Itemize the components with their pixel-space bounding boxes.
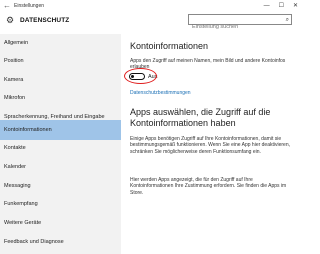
section-description: Apps den Zugriff auf meinen Namen, mein … [130, 58, 286, 71]
maximize-icon[interactable]: ☐ [279, 1, 284, 11]
highlight-circle [124, 68, 157, 84]
title-bar: ← Einstellungen — ☐ ✕ [0, 0, 300, 12]
search-box[interactable]: ⌕ [188, 14, 292, 32]
sidebar-item-allgemein[interactable]: Allgemein [0, 34, 121, 53]
sidebar: Allgemein Position Kamera Mikrofon Sprac… [0, 34, 121, 254]
sidebar-item-kontoinformationen[interactable]: Kontoinformationen [0, 120, 121, 140]
sidebar-item-kamera[interactable]: Kamera [0, 71, 121, 90]
minimize-icon[interactable]: — [264, 1, 270, 11]
page-title: DATENSCHUTZ [20, 17, 70, 24]
sidebar-item-feedback[interactable]: Feedback und Diagnose [0, 233, 121, 252]
sidebar-item-kontakte[interactable]: Kontakte [0, 139, 121, 158]
close-icon[interactable]: ✕ [293, 1, 298, 11]
apps-paragraph-1: Einige Apps benötigen Zugriff auf Ihre K… [130, 136, 290, 155]
apps-paragraph-2: Hier werden Apps angezeigt, die für den … [130, 177, 287, 196]
sidebar-item-position[interactable]: Position [0, 52, 121, 71]
sidebar-item-mikrofon[interactable]: Mikrofon [0, 89, 121, 108]
search-icon[interactable]: ⌕ [286, 16, 289, 24]
gear-icon: ⚙ [6, 15, 15, 25]
apps-heading: Apps auswählen, die Zugriff auf die Kont… [130, 107, 271, 128]
search-input[interactable] [189, 22, 281, 32]
window-title: Einstellungen [14, 3, 45, 9]
sidebar-item-weitere-geraete[interactable]: Weitere Geräte [0, 214, 121, 233]
section-title: Kontoinformationen [130, 41, 209, 51]
sidebar-item-funkempfang[interactable]: Funkempfang [0, 195, 121, 214]
sidebar-item-messaging[interactable]: Messaging [0, 177, 121, 196]
sidebar-item-kalender[interactable]: Kalender [0, 158, 121, 177]
privacy-link[interactable]: Datenschutzbestimmungen [130, 90, 191, 97]
window-controls: — ☐ ✕ [264, 1, 298, 11]
back-arrow-icon[interactable]: ← [3, 1, 11, 11]
main-content: Kontoinformationen Apps den Zugriff auf … [121, 34, 300, 254]
